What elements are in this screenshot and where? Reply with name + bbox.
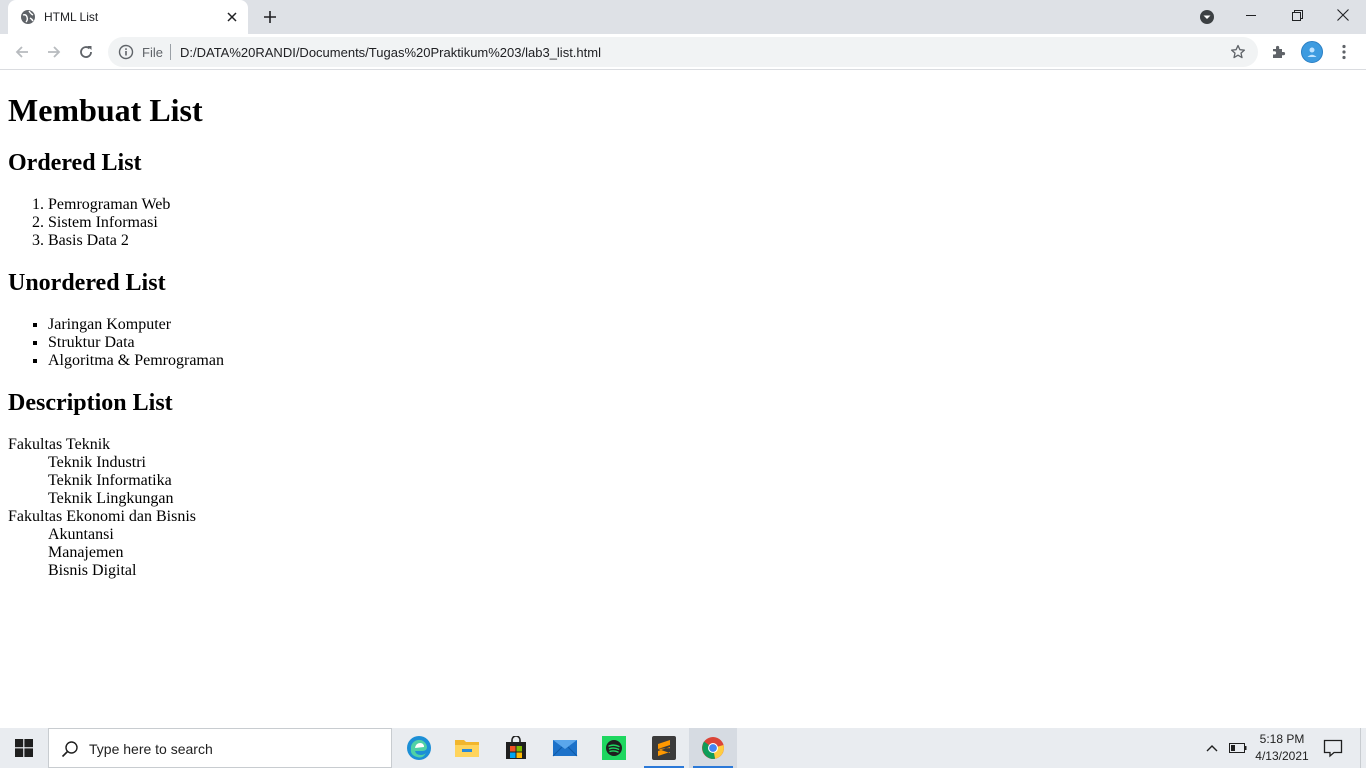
list-item: Sistem Informasi	[48, 214, 1358, 232]
description-term: Fakultas Teknik	[8, 436, 111, 453]
description-detail: Teknik Informatika	[48, 472, 172, 489]
list-item: Basis Data 2	[48, 232, 1358, 250]
clock-date: 4/13/2021	[1255, 749, 1309, 763]
tab-strip: HTML List	[0, 0, 1366, 34]
description-detail: Teknik Industri	[48, 454, 146, 471]
sublime-text-icon[interactable]	[640, 728, 688, 768]
description-detail: Bisnis Digital	[48, 562, 137, 579]
puzzle-icon[interactable]	[1268, 42, 1290, 62]
unordered-list-heading: Unordered List	[8, 270, 166, 296]
close-window-button[interactable]	[1320, 0, 1366, 30]
search-icon	[61, 740, 79, 758]
restore-button[interactable]	[1274, 0, 1320, 30]
taskbar: Type here to search 5:18 PM 4/13/2021	[0, 728, 1366, 768]
tab-search-icon[interactable]	[1197, 7, 1217, 27]
show-desktop-button[interactable]	[1360, 728, 1366, 768]
store-icon[interactable]	[492, 728, 540, 768]
search-placeholder: Type here to search	[89, 741, 213, 757]
edge-icon[interactable]	[395, 728, 443, 768]
description-detail: Manajemen	[48, 544, 124, 561]
new-tab-button[interactable]	[258, 6, 282, 28]
chevron-up-icon[interactable]	[1202, 738, 1222, 758]
globe-icon	[20, 9, 36, 25]
omnibox-divider	[170, 44, 171, 60]
reload-button[interactable]	[72, 38, 100, 66]
file-explorer-icon[interactable]	[443, 728, 491, 768]
unordered-list: Jaringan Komputer Struktur Data Algoritm…	[8, 316, 1358, 370]
taskbar-search-box[interactable]: Type here to search	[48, 728, 392, 768]
tab-close-icon[interactable]	[224, 9, 240, 25]
system-clock[interactable]: 5:18 PM 4/13/2021	[1252, 731, 1312, 765]
info-icon[interactable]	[118, 44, 134, 60]
ordered-list: Pemrograman Web Sistem Informasi Basis D…	[8, 196, 1358, 250]
description-term: Fakultas Ekonomi dan Bisnis	[8, 508, 196, 525]
minimize-button[interactable]	[1228, 0, 1274, 30]
page-title: Membuat List	[8, 92, 203, 128]
star-icon[interactable]	[1230, 44, 1246, 60]
list-item: Jaringan Komputer	[48, 316, 1358, 334]
back-button[interactable]	[8, 38, 36, 66]
page-viewport: Membuat List Ordered List Pemrograman We…	[0, 71, 1366, 728]
list-item: Struktur Data	[48, 334, 1358, 352]
notification-icon[interactable]	[1322, 737, 1344, 759]
ordered-list-heading: Ordered List	[8, 150, 142, 176]
profile-avatar[interactable]	[1301, 41, 1323, 63]
browser-toolbar: File D:/DATA%20RANDI/Documents/Tugas%20P…	[0, 34, 1366, 70]
list-item: Pemrograman Web	[48, 196, 1358, 214]
address-bar[interactable]: File D:/DATA%20RANDI/Documents/Tugas%20P…	[108, 37, 1258, 67]
mail-icon[interactable]	[541, 728, 589, 768]
battery-icon[interactable]	[1228, 738, 1248, 758]
chrome-icon[interactable]	[689, 728, 737, 768]
spotify-icon[interactable]	[590, 728, 638, 768]
scheme-label: File	[142, 45, 163, 60]
description-list-heading: Description List	[8, 390, 173, 416]
description-list: Fakultas Teknik Teknik Industri Teknik I…	[8, 436, 1358, 580]
start-button[interactable]	[0, 728, 48, 768]
list-item: Algoritma & Pemrograman	[48, 352, 1358, 370]
browser-tab[interactable]: HTML List	[8, 0, 248, 34]
clock-time: 5:18 PM	[1259, 732, 1305, 746]
description-detail: Teknik Lingkungan	[48, 490, 174, 507]
forward-button[interactable]	[40, 38, 68, 66]
url-text[interactable]: D:/DATA%20RANDI/Documents/Tugas%20Prakti…	[180, 45, 601, 60]
windows-logo-icon	[15, 739, 33, 757]
tab-title: HTML List	[44, 10, 99, 24]
description-detail: Akuntansi	[48, 526, 114, 543]
more-vert-icon[interactable]	[1334, 42, 1354, 62]
